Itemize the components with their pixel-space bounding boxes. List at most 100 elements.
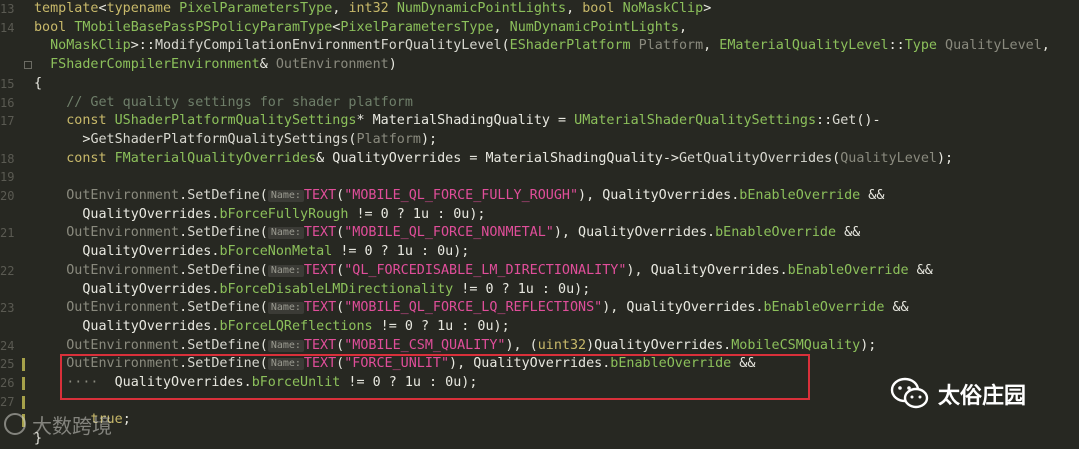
- code-token: OutEnvironment: [66, 300, 180, 316]
- code-text: OutEnvironment.SetDefine(Name: TEXT("MOBI…: [34, 337, 876, 356]
- code-text: OutEnvironment.SetDefine(Name: TEXT("QL_F…: [34, 262, 933, 281]
- code-token: bool: [34, 19, 75, 35]
- code-token: (: [832, 150, 841, 166]
- code-line[interactable]: NoMaskClip>::ModifyCompilationEnvironmen…: [0, 37, 1079, 56]
- code-token: MobileCSMQuality: [731, 337, 861, 353]
- code-token: uint32: [537, 337, 587, 353]
- code-line[interactable]: }: [0, 430, 1079, 449]
- code-line[interactable]: 22 OutEnvironment.SetDefine(Name: TEXT("Q…: [0, 262, 1079, 281]
- code-token: SetDefine: [187, 188, 260, 203]
- code-line[interactable]: 17 const UShaderPlatformQualitySettings*…: [0, 112, 1079, 131]
- code-token: ,: [678, 19, 688, 35]
- line-number: 24: [0, 338, 15, 353]
- code-line[interactable]: QualityOverrides.bForceLQReflections != …: [0, 318, 1079, 337]
- code-token: OutEnvironment: [275, 57, 389, 73]
- change-marker: [22, 358, 25, 372]
- code-token: * MaterialShadingQuality =: [356, 113, 575, 129]
- line-number: 26: [0, 376, 15, 390]
- code-token: bEnableOverride: [763, 300, 885, 316]
- code-token: .: [179, 188, 188, 203]
- code-text: QualityOverrides.bForceDisableLMDirectio…: [34, 281, 590, 300]
- highlight-box: [60, 354, 810, 400]
- code-text: NoMaskClip>::ModifyCompilationEnvironmen…: [34, 37, 1050, 56]
- code-line[interactable]: >GetShaderPlatformQualitySettings(Platfo…: [0, 131, 1079, 150]
- code-token: ), (: [505, 337, 538, 353]
- line-number: 13: [0, 2, 15, 16]
- code-line[interactable]: FShaderCompilerEnvironment& OutEnvironme…: [0, 56, 1079, 75]
- code-text: >GetShaderPlatformQualitySettings(Platfo…: [34, 131, 437, 150]
- code-token: ), QualityOverrides.: [602, 300, 764, 316]
- code-token: ::: [816, 113, 833, 129]
- code-token: FShaderCompilerEnvironment: [50, 57, 260, 73]
- code-line[interactable]: 19: [0, 168, 1079, 187]
- code-token: &: [259, 57, 276, 73]
- code-line[interactable]: 16 // Get quality settings for shader pl…: [0, 94, 1079, 113]
- code-token: QualityLevel: [840, 150, 937, 166]
- code-token: TEXT: [303, 225, 337, 241]
- code-token: template: [34, 1, 99, 16]
- code-token: != 0 ? 1u : 0u);: [348, 206, 486, 222]
- code-token: ): [388, 57, 397, 73]
- code-token: QualityOverrides.: [34, 318, 220, 334]
- code-token: NumDynamicPointLights: [396, 1, 567, 16]
- code-token: &&: [836, 225, 861, 241]
- line-number: 21: [0, 226, 15, 241]
- code-token: ;: [122, 412, 131, 428]
- code-token: bEnableOverride: [715, 225, 837, 241]
- code-token: OutEnvironment: [66, 337, 180, 353]
- code-token: (: [259, 300, 268, 316]
- watermark-left: 大数跨境: [0, 406, 112, 442]
- code-text: QualityOverrides.bForceLQReflections != …: [34, 318, 509, 337]
- code-token: Platform: [638, 38, 704, 54]
- code-line[interactable]: 14 bool TMobileBasePassPSPolicyParamType<…: [0, 19, 1079, 38]
- code-text: const FMaterialQualityOverrides& Quality…: [34, 150, 953, 169]
- code-line[interactable]: 24 OutEnvironment.SetDefine(Name: TEXT("M…: [0, 337, 1079, 356]
- code-token: != 0 ? 1u : 0u);: [332, 244, 470, 260]
- line-number: 23: [0, 301, 15, 316]
- code-token: (: [501, 38, 510, 54]
- code-token: GetQualityOverrides: [678, 150, 833, 166]
- code-token: bForceFullyRough: [219, 206, 349, 222]
- line-number: 15: [0, 76, 15, 91]
- code-line[interactable]: 23 OutEnvironment.SetDefine(Name: TEXT("M…: [0, 299, 1079, 318]
- code-token: & QualityOverrides = MaterialShadingQual…: [316, 150, 679, 166]
- code-token: bForceDisableLMDirectionality: [219, 281, 454, 297]
- code-token: (: [259, 337, 268, 353]
- code-line[interactable]: QualityOverrides.bForceNonMetal != 0 ? 1…: [0, 243, 1079, 262]
- code-token: TEXT: [303, 188, 337, 203]
- code-token: >::: [130, 38, 155, 54]
- line-number: 19: [0, 170, 15, 185]
- code-token: QualityOverrides.: [34, 244, 220, 260]
- code-token: "QL_FORCEDISABLE_LM_DIRECTIONALITY": [344, 262, 627, 278]
- watermark-logo-icon: [4, 413, 26, 435]
- code-token: TMobileBasePassPSPolicyParamType: [74, 19, 333, 35]
- code-token: );: [420, 131, 438, 147]
- line-number: 16: [0, 95, 15, 110]
- code-line[interactable]: 20 OutEnvironment.SetDefine(Name: TEXT("M…: [0, 187, 1079, 206]
- line-number: 17: [0, 114, 15, 129]
- code-token: (: [259, 188, 268, 203]
- code-editor[interactable]: 13 template<typename PixelParametersType,…: [0, 0, 1079, 446]
- code-token: ,: [1041, 38, 1050, 54]
- code-token: SetDefine: [187, 337, 260, 353]
- parameter-hint: Name:: [267, 339, 304, 352]
- code-token: Get: [832, 113, 857, 129]
- code-token: NumDynamicPointLights: [509, 19, 679, 35]
- fold-toggle-icon[interactable]: [24, 61, 32, 70]
- code-line[interactable]: 18 const FMaterialQualityOverrides& Qual…: [0, 150, 1079, 169]
- code-token: PixelParametersType: [340, 19, 494, 35]
- watermark-right-text: 太俗庄园: [938, 384, 1027, 409]
- code-line[interactable]: 13 template<typename PixelParametersType,…: [0, 0, 1079, 19]
- code-token: UMaterialShaderQualitySettings: [574, 113, 817, 129]
- code-line[interactable]: QualityOverrides.bForceFullyRough != 0 ?…: [0, 206, 1079, 225]
- code-line[interactable]: 21 OutEnvironment.SetDefine(Name: TEXT("M…: [0, 224, 1079, 243]
- code-token: ,: [566, 1, 583, 16]
- code-line[interactable]: 15 {: [0, 75, 1079, 94]
- code-token: )QualityOverrides.: [586, 337, 732, 353]
- code-token: &&: [908, 262, 933, 278]
- code-line[interactable]: QualityOverrides.bForceDisableLMDirectio…: [0, 281, 1079, 300]
